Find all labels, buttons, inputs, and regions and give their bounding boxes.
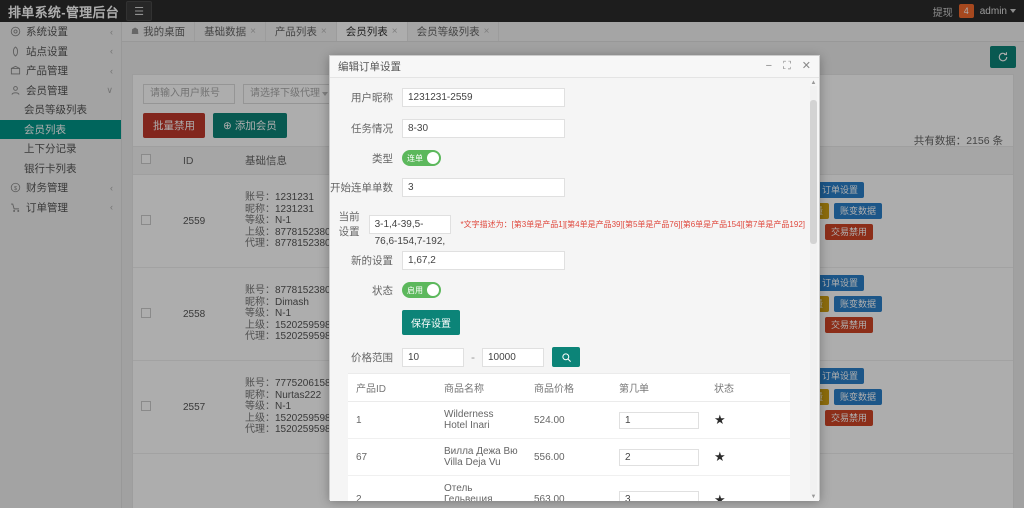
- order-no-input[interactable]: 3: [619, 491, 699, 501]
- field-current-row: 当前设置 3-1,4-39,5-76,6-154,7-192, *文字描述为：[…: [330, 209, 805, 247]
- product-pid-cell: 67: [348, 438, 436, 476]
- start-label: 开始连单单数: [330, 182, 393, 194]
- product-col-1: 商品名称: [436, 373, 526, 402]
- price-min-input[interactable]: 10: [402, 347, 464, 367]
- field-new-row: 新的设置 1,67,2: [330, 251, 805, 270]
- product-pid-cell: 2: [348, 475, 436, 501]
- search-icon[interactable]: [552, 347, 580, 367]
- product-price-cell: 563.00: [526, 475, 611, 501]
- product-name-cell: Вилла Дежа Вю Villa Deja Vu: [436, 438, 526, 476]
- status-toggle[interactable]: 启用: [402, 282, 441, 298]
- product-row: 1 Wilderness Hotel Inari 524.00 1 ★: [348, 401, 790, 439]
- current-label: 当前设置: [338, 211, 360, 238]
- product-status-cell: ★: [706, 475, 790, 502]
- start-input[interactable]: 3: [402, 178, 565, 197]
- order-no-input[interactable]: 1: [619, 411, 699, 429]
- star-filled-icon[interactable]: ★: [714, 492, 726, 502]
- current-setting-hint: *文字描述为：[第3单是产品1][第4单是产品39][第5单是产品76][第6单…: [460, 219, 805, 229]
- product-pid-cell: 1: [348, 401, 436, 439]
- star-filled-icon[interactable]: ★: [714, 449, 726, 464]
- order-no-input[interactable]: 2: [619, 448, 699, 466]
- product-order-no-cell: 2: [611, 438, 706, 476]
- star-filled-icon[interactable]: ★: [714, 412, 726, 427]
- product-col-0: 产品ID: [348, 373, 436, 402]
- edit-order-settings-modal: 编辑订单设置 − ⛶ ✕ 用户昵称 1231231-2559 任务情况 8-30…: [329, 55, 820, 501]
- modal-title-bar: 编辑订单设置 − ⛶ ✕: [330, 56, 819, 78]
- product-row: 67 Вилла Дежа Вю Villa Deja Vu 556.00 2 ★: [348, 438, 790, 476]
- product-row: 2Отель Гельвеция Helvetia Hotel563.00 3 ★: [348, 475, 790, 502]
- modal-body: 用户昵称 1231231-2559 任务情况 8-30 类型 连单 开始连单单数…: [330, 78, 819, 501]
- field-nickname-row: 用户昵称 1231231-2559: [330, 88, 805, 107]
- product-price-cell: 556.00: [526, 438, 611, 476]
- modal-scrollbar[interactable]: ▲ ▼: [810, 80, 817, 500]
- field-type-row: 类型 连单: [330, 150, 805, 166]
- product-status-cell: ★: [706, 401, 790, 439]
- field-status-row: 状态 启用: [330, 282, 805, 298]
- field-start-row: 开始连单单数 3: [330, 178, 805, 197]
- status-label: 状态: [372, 284, 393, 297]
- price-range-label: 价格范围: [351, 351, 393, 364]
- product-order-no-cell: 3: [611, 475, 706, 501]
- modal-title: 编辑订单设置: [338, 61, 401, 73]
- product-col-2: 商品价格: [526, 373, 611, 402]
- modal-scrollbar-thumb[interactable]: [810, 100, 817, 244]
- toggle-knob: [427, 284, 439, 296]
- new-label: 新的设置: [351, 255, 393, 267]
- scroll-down-icon[interactable]: ▼: [810, 494, 817, 500]
- task-label: 任务情况: [351, 123, 393, 135]
- product-col-3: 第几单: [611, 373, 706, 402]
- field-task-row: 任务情况 8-30: [330, 119, 805, 138]
- product-table-header-row: 产品ID 商品名称 商品价格 第几单 状态: [348, 373, 790, 402]
- nickname-input[interactable]: 1231231-2559: [402, 88, 565, 107]
- maximize-icon[interactable]: ⛶: [783, 61, 791, 72]
- current-setting-input[interactable]: 3-1,4-39,5-76,6-154,7-192,: [368, 214, 452, 247]
- product-price-cell: 524.00: [526, 401, 611, 439]
- minimize-icon[interactable]: −: [766, 61, 772, 72]
- price-max-input[interactable]: 10000: [482, 347, 544, 367]
- modal-window-controls: − ⛶ ✕: [766, 61, 811, 72]
- price-range-row: 价格范围 10 - 10000: [330, 347, 805, 367]
- price-range-separator: -: [471, 350, 475, 364]
- product-table: 产品ID 商品名称 商品价格 第几单 状态 1 Wilderness Hotel Inar…: [348, 373, 790, 501]
- nickname-label: 用户昵称: [351, 92, 393, 104]
- type-toggle[interactable]: 连单: [402, 150, 441, 166]
- product-order-no-cell: 1: [611, 401, 706, 439]
- type-label: 类型: [372, 152, 393, 165]
- scroll-up-icon[interactable]: ▲: [810, 80, 817, 86]
- close-icon[interactable]: ✕: [802, 61, 811, 72]
- save-settings-button[interactable]: 保存设置: [402, 310, 460, 335]
- product-table-body: 1 Wilderness Hotel Inari 524.00 1 ★ 67 Вилла Д…: [348, 401, 790, 502]
- toggle-knob: [427, 152, 439, 164]
- status-toggle-label: 启用: [407, 285, 423, 295]
- new-setting-input[interactable]: 1,67,2: [402, 251, 565, 270]
- product-status-cell: ★: [706, 438, 790, 476]
- type-toggle-label: 连单: [407, 153, 423, 163]
- product-name-cell: Отель Гельвеция Helvetia Hotel: [436, 475, 526, 501]
- product-name-cell: Wilderness Hotel Inari: [436, 401, 526, 439]
- task-input[interactable]: 8-30: [402, 119, 565, 138]
- save-row: 保存设置: [330, 310, 805, 335]
- product-col-4: 状态: [706, 373, 790, 402]
